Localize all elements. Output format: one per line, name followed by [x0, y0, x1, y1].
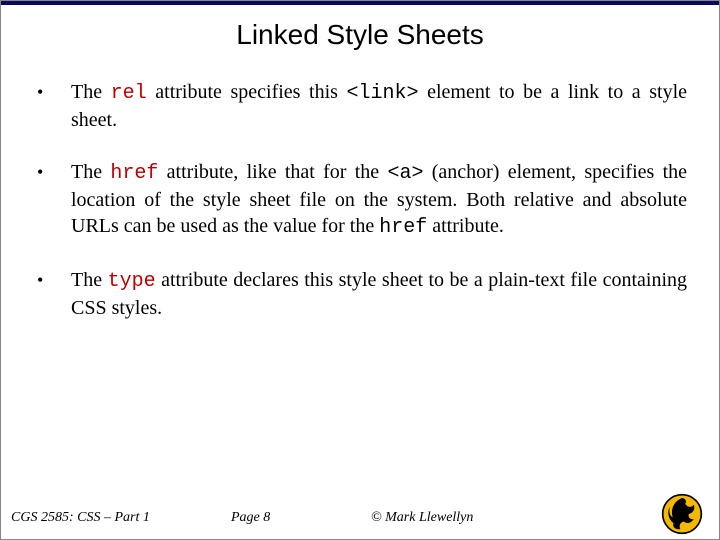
text-run: attribute. [427, 215, 504, 237]
code-run: <link> [346, 82, 418, 105]
top-rule [1, 1, 719, 5]
text-run: attribute, like that for the [158, 161, 387, 183]
text-run: attribute declares this style sheet to b… [71, 269, 687, 319]
bullet-item: • The href attribute, like that for the … [33, 159, 687, 241]
ucf-pegasus-logo [661, 493, 703, 535]
slide-title: Linked Style Sheets [1, 19, 719, 51]
bullet-marker: • [33, 267, 71, 293]
bullet-text: The type attribute declares this style s… [71, 267, 687, 321]
text-run: attribute specifies this [147, 81, 347, 103]
slide: Linked Style Sheets • The rel attribute … [0, 0, 720, 540]
code-run: href [379, 216, 427, 239]
bullet-marker: • [33, 79, 71, 105]
footer: CGS 2585: CSS – Part 1 Page 8 © Mark Lle… [1, 503, 719, 533]
content-area: • The rel attribute specifies this <link… [33, 79, 687, 347]
bullet-text: The rel attribute specifies this <link> … [71, 79, 687, 133]
footer-page: Page 8 [231, 510, 270, 526]
code-run: type [108, 270, 156, 293]
code-run: href [110, 162, 158, 185]
bullet-item: • The rel attribute specifies this <link… [33, 79, 687, 133]
bullet-text: The href attribute, like that for the <a… [71, 159, 687, 241]
footer-course: CGS 2585: CSS – Part 1 [11, 510, 150, 526]
text-run: The [71, 81, 111, 103]
code-run: rel [111, 82, 147, 105]
footer-copyright: © Mark Llewellyn [371, 510, 473, 526]
code-run: <a> [387, 162, 423, 185]
text-run: The [71, 269, 108, 291]
bullet-marker: • [33, 159, 71, 185]
text-run: The [71, 161, 110, 183]
bullet-item: • The type attribute declares this style… [33, 267, 687, 321]
